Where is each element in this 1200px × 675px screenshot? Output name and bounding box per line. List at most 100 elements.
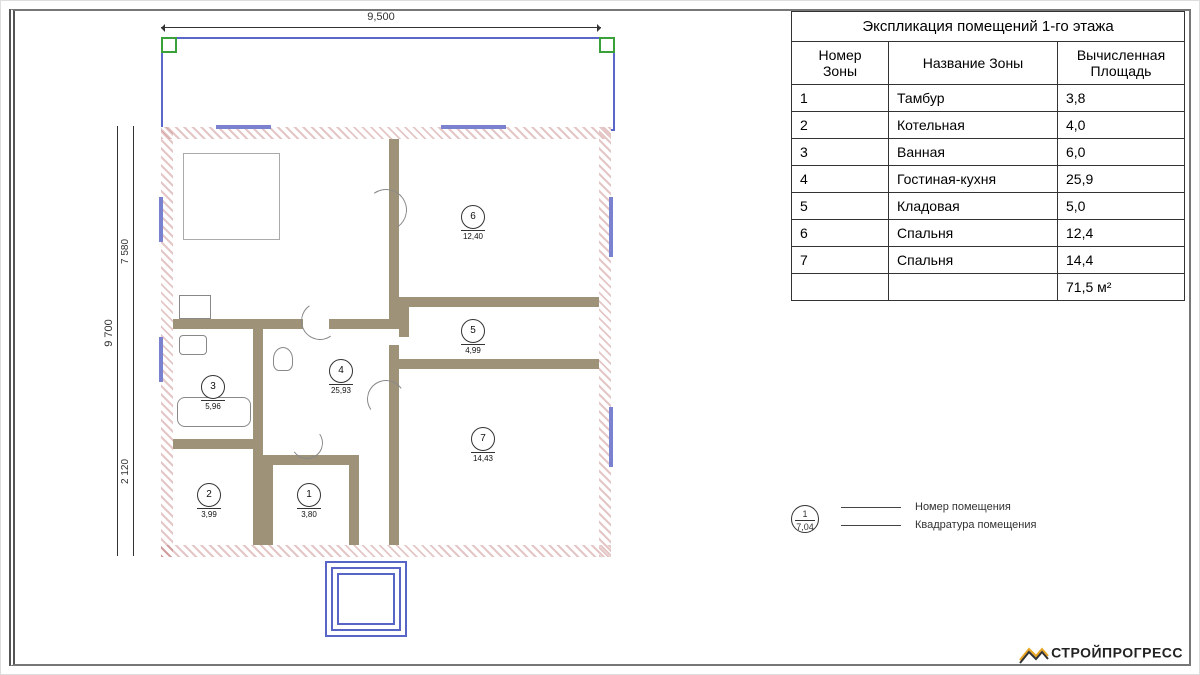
room-number: 3 — [201, 375, 225, 399]
window-icon — [159, 337, 163, 382]
total-name-cell — [889, 274, 1058, 301]
dim-width-value: 9,500 — [367, 11, 395, 23]
room-label-6: 6 12,40 — [461, 205, 485, 242]
room-label-2: 2 3,99 — [197, 483, 221, 520]
cell-zone: 4 — [792, 166, 889, 193]
wall-interior — [263, 455, 273, 545]
legend-sample-area: 7,04 — [795, 520, 815, 533]
wall-interior — [173, 439, 263, 449]
sink-icon — [179, 335, 207, 355]
table-row: 7Спальня14,4 — [792, 247, 1185, 274]
legend-label-1: Номер помещения — [915, 501, 1011, 513]
dim-seg-a: 7 580 — [120, 239, 131, 264]
wall-interior — [349, 455, 359, 545]
cell-area: 25,9 — [1058, 166, 1185, 193]
cell-name: Ванная — [889, 139, 1058, 166]
room-number: 2 — [197, 483, 221, 507]
wall-exterior — [599, 127, 611, 557]
room-number: 1 — [297, 483, 321, 507]
room-area: 25,93 — [329, 384, 353, 396]
room-number: 6 — [461, 205, 485, 229]
room-number: 5 — [461, 319, 485, 343]
house-icon — [1019, 644, 1049, 664]
wall-interior — [399, 307, 409, 337]
room-area: 3,99 — [197, 508, 221, 520]
table-row: 4Гостиная-кухня25,9 — [792, 166, 1185, 193]
wall-interior — [173, 319, 303, 329]
cell-zone: 3 — [792, 139, 889, 166]
col-name: Название Зоны — [889, 42, 1058, 85]
door-icon — [298, 299, 342, 343]
entry-steps — [311, 561, 421, 641]
door-icon — [362, 186, 411, 235]
table-row: 5Кладовая5,0 — [792, 193, 1185, 220]
dimension-top: 9,500 — [161, 11, 601, 28]
cell-name: Котельная — [889, 112, 1058, 139]
total-area: 71,5 м² — [1058, 274, 1185, 301]
cell-zone: 2 — [792, 112, 889, 139]
room-label-5: 5 4,99 — [461, 319, 485, 356]
wall-exterior — [161, 545, 611, 557]
wall-interior — [389, 345, 399, 545]
cell-name: Спальня — [889, 247, 1058, 274]
cell-zone: 5 — [792, 193, 889, 220]
door-icon — [364, 377, 408, 421]
room-number: 4 — [329, 359, 353, 383]
dimension-left-segments: 7 580 2 120 — [121, 126, 151, 556]
cell-zone: 6 — [792, 220, 889, 247]
brand-name: СТРОЙПРОГРЕСС — [1051, 645, 1183, 661]
legend-sample-num: 1 — [802, 509, 807, 519]
cell-zone: 7 — [792, 247, 889, 274]
room-label-4: 4 25,93 — [329, 359, 353, 396]
table-row: 3Ванная6,0 — [792, 139, 1185, 166]
col-zone: Номер Зоны — [792, 42, 889, 85]
room-area: 12,40 — [461, 230, 485, 242]
wall-interior — [399, 359, 599, 369]
room-label-1: 1 3,80 — [297, 483, 321, 520]
cell-area: 14,4 — [1058, 247, 1185, 274]
room-area: 14,43 — [471, 452, 495, 464]
legend: 1 7,04 Номер помещения Квадратура помеще… — [791, 501, 1036, 543]
total-zone-cell — [792, 274, 889, 301]
window-icon — [609, 197, 613, 257]
room-number: 7 — [471, 427, 495, 451]
room-label-7: 7 14,43 — [471, 427, 495, 464]
floorplan: 6 12,40 5 4,99 7 14,43 4 25,93 3 5,96 2 … — [161, 127, 611, 557]
cell-name: Гостиная-кухня — [889, 166, 1058, 193]
room-area: 3,80 — [297, 508, 321, 520]
legend-label-2: Квадратура помещения — [915, 519, 1036, 531]
cell-zone: 1 — [792, 85, 889, 112]
room-label-3: 3 5,96 — [201, 375, 225, 412]
cell-area: 12,4 — [1058, 220, 1185, 247]
cell-area: 4,0 — [1058, 112, 1185, 139]
window-icon — [609, 407, 613, 467]
table-row: 6Спальня12,4 — [792, 220, 1185, 247]
explication-table: Экспликация помещений 1-го этажа Номер З… — [791, 11, 1185, 301]
cell-name: Тамбур — [889, 85, 1058, 112]
cell-name: Спальня — [889, 220, 1058, 247]
brand-logo: СТРОЙПРОГРЕСС — [1019, 644, 1183, 664]
dim-seg-b: 2 120 — [120, 459, 131, 484]
post-icon — [161, 37, 177, 53]
dim-height-value: 9 700 — [103, 319, 115, 347]
window-icon — [441, 125, 506, 129]
cell-area: 6,0 — [1058, 139, 1185, 166]
window-icon — [159, 197, 163, 242]
room-area: 4,99 — [461, 344, 485, 356]
col-area: Вычисленная Площадь — [1058, 42, 1185, 85]
cell-area: 5,0 — [1058, 193, 1185, 220]
cell-name: Кладовая — [889, 193, 1058, 220]
window-icon — [216, 125, 271, 129]
wall-interior — [399, 297, 599, 307]
stove-icon — [179, 295, 211, 319]
wall-interior — [253, 329, 263, 545]
room-area: 5,96 — [201, 400, 225, 412]
table-title: Экспликация помещений 1-го этажа — [791, 11, 1185, 41]
table-row: 2Котельная4,0 — [792, 112, 1185, 139]
toilet-icon — [273, 347, 293, 371]
furniture-icon — [183, 153, 280, 240]
table-row: 1Тамбур3,8 — [792, 85, 1185, 112]
porch-overhang — [161, 37, 615, 131]
cell-area: 3,8 — [1058, 85, 1185, 112]
legend-symbol: 1 7,04 — [791, 505, 819, 533]
